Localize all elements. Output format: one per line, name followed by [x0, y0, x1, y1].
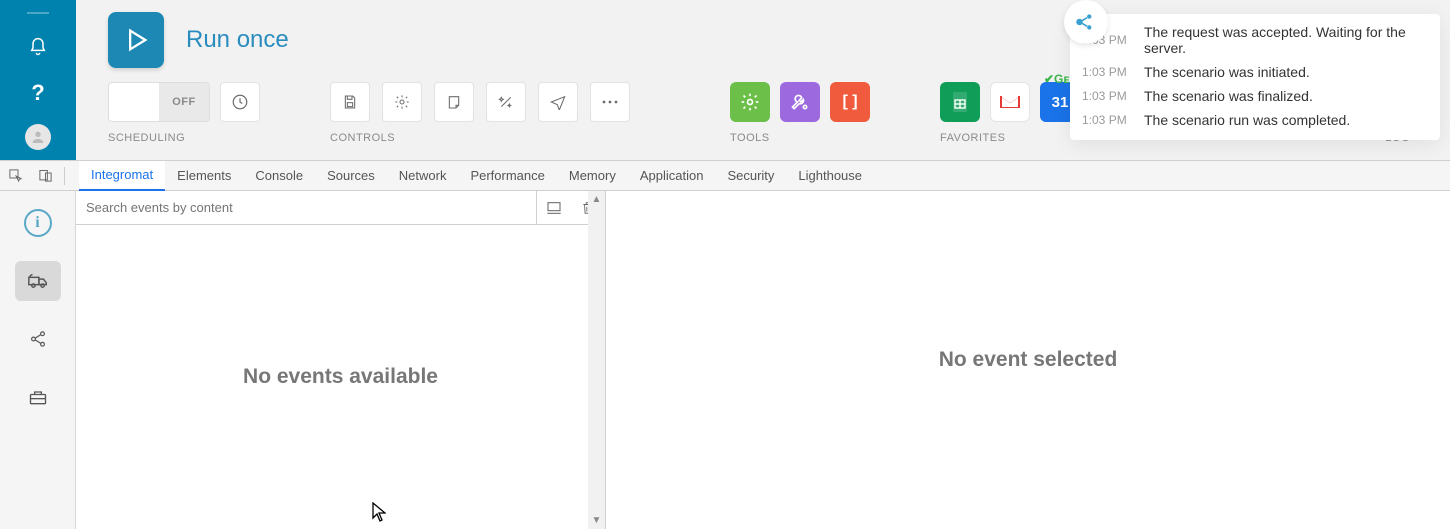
- tab-memory[interactable]: Memory: [557, 161, 628, 191]
- clock-icon[interactable]: [220, 82, 260, 122]
- toolbox-icon[interactable]: [15, 377, 61, 417]
- run-once-label: Run once: [186, 26, 289, 54]
- detail-empty-label: No event selected: [939, 348, 1118, 372]
- controls-section-label: CONTROLS: [330, 132, 630, 144]
- events-list-pane: No events available ▲ ▼: [76, 191, 606, 529]
- tab-integromat[interactable]: Integromat: [79, 161, 165, 191]
- log-entry: 1:03 PMThe request was accepted. Waiting…: [1082, 20, 1428, 60]
- wand-icon[interactable]: [486, 82, 526, 122]
- event-detail-pane: No event selected: [606, 191, 1450, 529]
- devtools-topbar: Integromat Elements Console Sources Netw…: [0, 161, 1450, 191]
- avatar[interactable]: [25, 124, 51, 150]
- search-events-input[interactable]: [76, 191, 537, 224]
- devtools-tabs: Integromat Elements Console Sources Netw…: [79, 161, 874, 191]
- plane-icon[interactable]: [538, 82, 578, 122]
- save-icon[interactable]: [330, 82, 370, 122]
- inspect-icon[interactable]: [0, 161, 30, 191]
- gear-icon[interactable]: [382, 82, 422, 122]
- truck-icon[interactable]: [15, 261, 61, 301]
- bell-icon[interactable]: [28, 37, 48, 62]
- scheduling-toggle[interactable]: OFF: [108, 82, 210, 122]
- scheduling-section-label: SCHEDULING: [108, 132, 260, 144]
- log-entry: 1:03 PMThe scenario was initiated.: [1082, 60, 1428, 84]
- devtools-panel: Integromat Elements Console Sources Netw…: [0, 160, 1450, 529]
- computer-icon[interactable]: [537, 191, 571, 225]
- tools-brackets-icon[interactable]: [ ]: [830, 82, 870, 122]
- note-icon[interactable]: [434, 82, 474, 122]
- events-empty-label: No events available: [76, 225, 605, 529]
- more-icon[interactable]: [590, 82, 630, 122]
- run-once-button[interactable]: [108, 12, 164, 68]
- google-sheets-icon[interactable]: [940, 82, 980, 122]
- tools-gear-icon[interactable]: [730, 82, 770, 122]
- tools-wrench-icon[interactable]: [780, 82, 820, 122]
- tools-section-label: TOOLS: [730, 132, 870, 144]
- gmail-icon[interactable]: [990, 82, 1030, 122]
- tab-sources[interactable]: Sources: [315, 161, 387, 191]
- scenario-toolbar: Run once OFF SCHEDULING: [76, 0, 1450, 160]
- info-icon[interactable]: i: [15, 203, 61, 243]
- cursor-icon: [372, 502, 386, 527]
- device-toggle-icon[interactable]: [30, 161, 60, 191]
- share-icon[interactable]: [15, 319, 61, 359]
- devtools-sidebar: i: [0, 161, 76, 529]
- tab-security[interactable]: Security: [715, 161, 786, 191]
- log-entry: 1:03 PMThe scenario run was completed.: [1082, 108, 1428, 132]
- integromat-logo-icon: [1064, 0, 1108, 44]
- check-icon: ✔Gᴇ: [1044, 72, 1069, 86]
- tab-performance[interactable]: Performance: [458, 161, 556, 191]
- log-popup: ✔Gᴇ 1:03 PMThe request was accepted. Wai…: [1070, 14, 1440, 140]
- tab-elements[interactable]: Elements: [165, 161, 243, 191]
- tab-lighthouse[interactable]: Lighthouse: [786, 161, 874, 191]
- tab-network[interactable]: Network: [387, 161, 459, 191]
- log-entry: 1:03 PMThe scenario was finalized.: [1082, 84, 1428, 108]
- app-sidebar: ?: [0, 0, 76, 160]
- events-scrollbar[interactable]: ▲ ▼: [588, 191, 605, 529]
- help-icon[interactable]: ?: [31, 80, 44, 106]
- tab-console[interactable]: Console: [243, 161, 315, 191]
- tab-application[interactable]: Application: [628, 161, 716, 191]
